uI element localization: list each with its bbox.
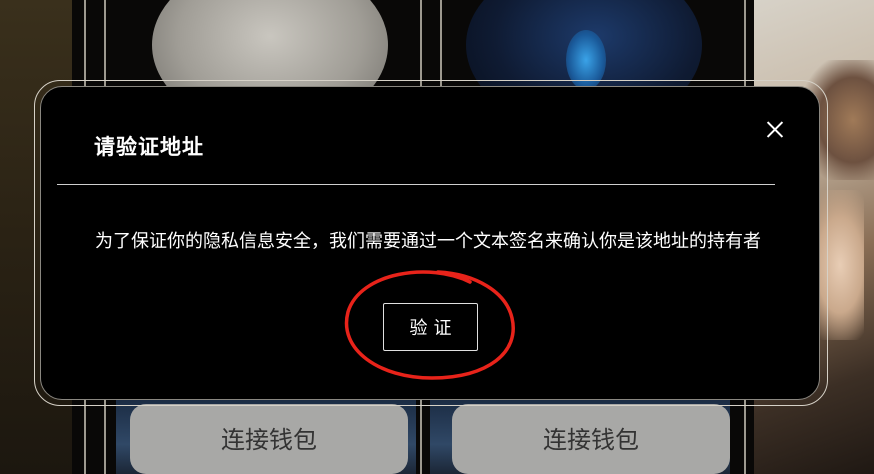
close-icon[interactable] <box>763 117 787 141</box>
verify-button[interactable]: 验证 <box>383 303 478 351</box>
dialog-message: 为了保证你的隐私信息安全，我们需要通过一个文本签名来确认你是该地址的持有者 <box>95 231 761 252</box>
dialog-divider <box>57 184 775 185</box>
dialog-title: 请验证地址 <box>94 135 204 159</box>
verify-address-dialog: 请验证地址 为了保证你的隐私信息安全，我们需要通过一个文本签名来确认你是该地址的… <box>40 86 820 400</box>
connect-wallet-button[interactable]: 连接钱包 <box>130 404 408 474</box>
connect-wallet-button[interactable]: 连接钱包 <box>452 404 730 474</box>
